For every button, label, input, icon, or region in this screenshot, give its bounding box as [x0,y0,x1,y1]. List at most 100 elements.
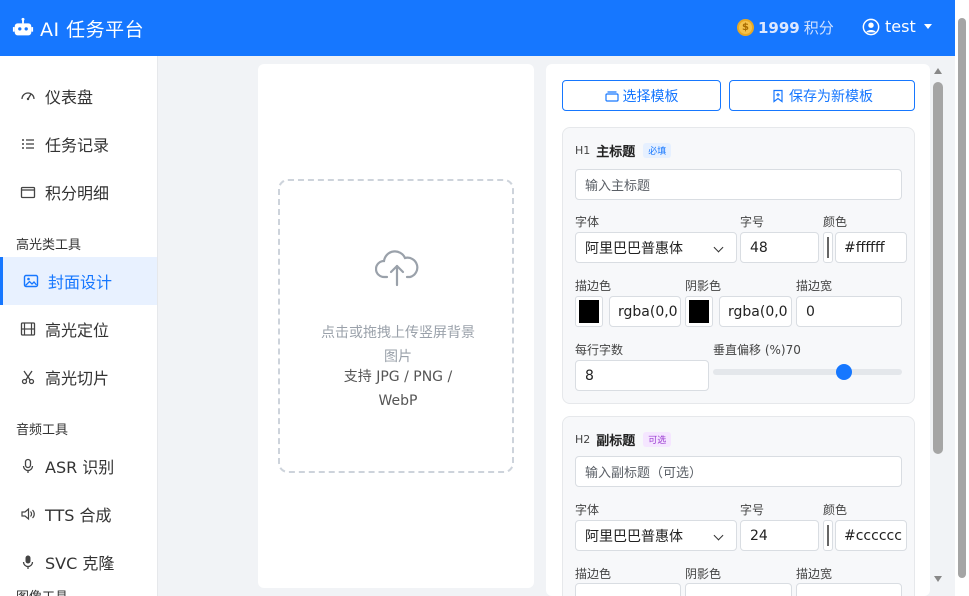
sidebar-item-svc[interactable]: SVC 克隆 [0,538,157,586]
bookmark-icon [773,89,783,103]
h2-color-swatch[interactable] [823,520,833,551]
user-icon [862,18,880,35]
optional-badge: 可选 [643,432,672,447]
sidebar-item-cover-design[interactable]: 封面设计 [0,257,157,305]
h1-offset-slider-handle[interactable] [836,364,853,380]
h1-tag: H1 [575,144,591,157]
h1-shadow-label: 阴影色 [685,279,722,293]
h1-size-label: 字号 [740,215,765,229]
page-scrollbar-thumb[interactable] [958,18,966,578]
h2-font-select[interactable]: 阿里巴巴普惠体 [575,520,737,551]
h1-shadow-swatch[interactable] [685,296,713,327]
h1-stroke-width-label: 描边宽 [796,279,833,293]
select-template-label: 选择模板 [622,88,679,105]
sidebar-item-label: 任务记录 [45,136,110,155]
points-unit: 积分 [803,19,834,37]
chevron-down-icon [923,24,932,29]
scroll-up-icon[interactable] [934,68,942,74]
h1-shadow-input[interactable]: rgba(0,0 [719,296,792,327]
h2-name: 副标题 [596,434,636,449]
h1-title-input[interactable]: 输入主标题 [575,169,902,200]
h1-color-swatch[interactable] [823,232,833,263]
scrollbar-thumb[interactable] [933,82,943,454]
h1-font-value: 阿里巴巴普惠体 [585,240,683,257]
h2-size-label: 字号 [740,503,765,517]
sidebar-item-label: SVC 克隆 [45,554,115,573]
sidebar-item-label: 高光定位 [45,321,110,340]
film-icon [20,322,36,336]
upload-hint: 点击或拖拽上传竖屏背景图片 [321,325,475,365]
cloud-upload-icon [375,250,419,287]
h1-chars-label: 每行字数 [575,343,624,357]
sidebar-item-label: 高光切片 [45,369,110,388]
sidebar-group-highlight: 高光类工具 [16,238,82,253]
sidebar-item-asr[interactable]: ASR 识别 [0,442,157,490]
speaker-icon [21,507,35,521]
sidebar-item-label: 封面设计 [48,273,113,292]
select-template-button[interactable]: 选择模板 [562,80,721,111]
wallet-icon [20,186,36,199]
h2-font-value: 阿里巴巴普惠体 [585,528,683,545]
panel-scrollbar[interactable] [929,64,947,596]
sidebar-item-label: 仪表盘 [45,88,94,107]
h1-stroke-width-input[interactable]: 0 [796,296,902,327]
h2-color-input[interactable]: #cccccc [835,520,907,551]
h1-chars-input[interactable]: 8 [575,360,709,391]
h1-stroke-color-swatch[interactable] [575,296,603,327]
page-scrollbar[interactable] [955,0,969,596]
h2-stroke-width-input[interactable] [796,583,902,596]
scroll-down-icon[interactable] [934,576,942,582]
h1-offset-slider[interactable] [713,369,902,375]
sidebar-item-highlight-locate[interactable]: 高光定位 [0,305,157,353]
brand[interactable]: AI 任务平台 [12,15,144,42]
h1-stroke-color-label: 描边色 [575,279,612,293]
save-template-label: 保存为新模板 [789,88,873,105]
sidebar-item-tasks[interactable]: 任务记录 [0,120,157,168]
h2-shadow-input[interactable] [685,583,792,596]
h2-title-input[interactable]: 输入副标题（可选） [575,456,902,487]
robot-icon [12,17,34,36]
chevron-down-icon [713,242,724,253]
save-template-button[interactable]: 保存为新模板 [729,80,915,111]
h1-color-label: 颜色 [823,215,848,229]
sidebar-item-dashboard[interactable]: 仪表盘 [0,72,157,120]
h1-font-select[interactable]: 阿里巴巴普惠体 [575,232,737,263]
sidebar: 仪表盘 任务记录 积分明细 高光类工具 封面设计 高光定位 高光切片 音频工具 … [0,56,158,596]
h2-title: H2 副标题 可选 [575,430,672,449]
h2-tag: H2 [575,433,591,446]
username: test [885,17,916,36]
h2-font-label: 字体 [575,503,600,517]
points-display: $ 1999 积分 [737,17,834,38]
h1-font-label: 字体 [575,215,600,229]
settings-panel: 选择模板 保存为新模板 H1 主标题 必填 输入主标题 字体 字号 颜色 阿里巴… [546,64,930,596]
layers-icon [604,90,619,102]
list-icon [22,139,34,149]
sidebar-group-audio: 音频工具 [16,423,69,438]
sidebar-item-label: 积分明细 [45,184,110,203]
h1-name: 主标题 [596,145,636,160]
microphone-icon [22,458,34,473]
h1-offset-label: 垂直偏移 (%)70 [713,343,801,357]
sidebar-group-image: 图像工具 [16,586,68,596]
chevron-down-icon [713,530,724,541]
h2-stroke-width-label: 描边宽 [796,567,833,581]
h1-color-input[interactable]: #ffffff [835,232,907,263]
h2-shadow-label: 阴影色 [685,567,722,581]
upload-panel: 点击或拖拽上传竖屏背景图片 支持 JPG / PNG / WebP [258,64,534,588]
sidebar-item-label: TTS 合成 [45,506,112,525]
user-menu[interactable]: test [862,17,932,36]
sidebar-item-highlight-clip[interactable]: 高光切片 [0,353,157,401]
upload-formats: 支持 JPG / PNG / WebP [343,369,453,409]
scissors-icon [21,370,35,385]
h2-stroke-color-label: 描边色 [575,567,612,581]
upload-dropzone[interactable]: 点击或拖拽上传竖屏背景图片 支持 JPG / PNG / WebP [278,179,514,473]
h2-size-input[interactable]: 24 [740,520,819,551]
top-header: AI 任务平台 $ 1999 积分 test [0,0,969,56]
coin-icon: $ [737,19,754,36]
sidebar-item-points[interactable]: 积分明细 [0,168,157,216]
h1-stroke-color-input[interactable]: rgba(0,0 [609,296,681,327]
app-title: AI 任务平台 [40,18,145,41]
h1-size-input[interactable]: 48 [740,232,819,263]
sidebar-item-tts[interactable]: TTS 合成 [0,490,157,538]
h2-stroke-color-input[interactable] [575,583,681,596]
